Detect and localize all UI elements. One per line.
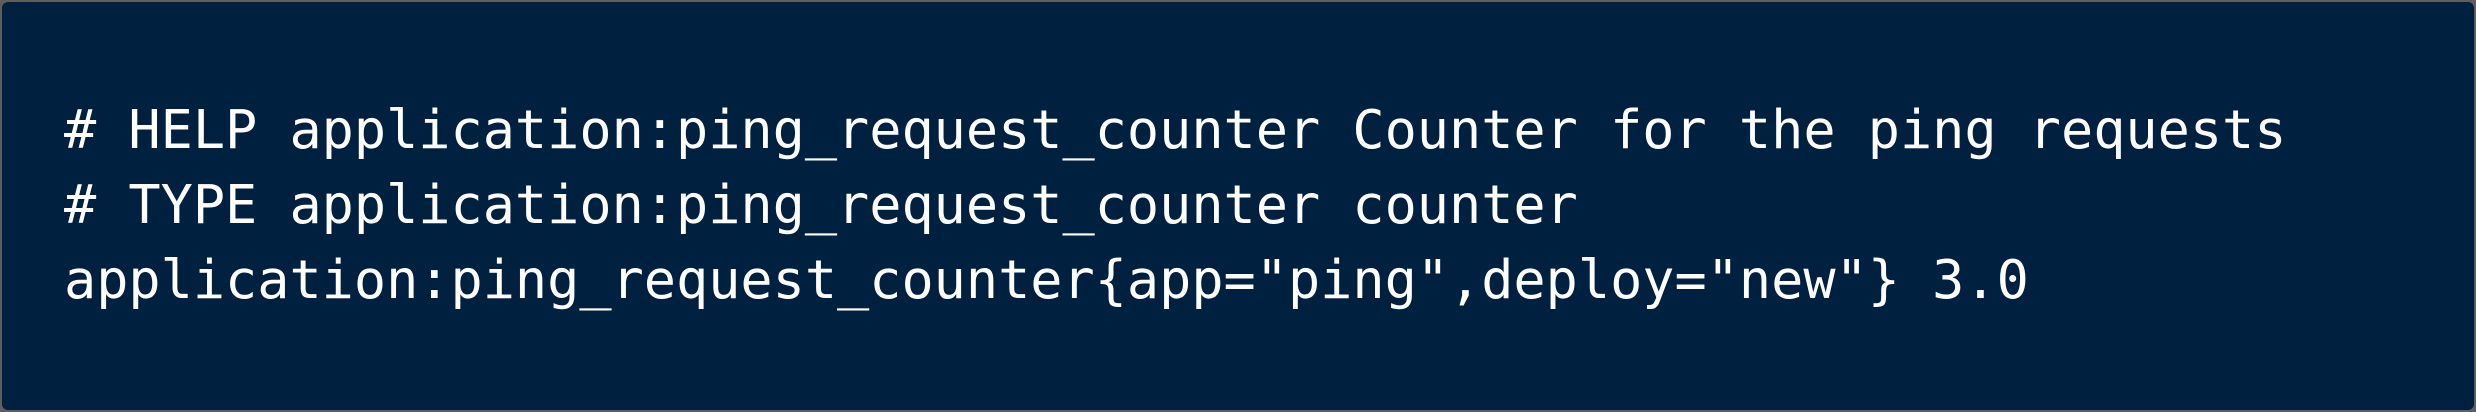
code-line-help: # HELP application:ping_request_counter … xyxy=(64,98,2287,161)
code-line-metric: application:ping_request_counter{app="pi… xyxy=(64,248,2029,311)
code-line-type: # TYPE application:ping_request_counter … xyxy=(64,173,1578,236)
code-block: # HELP application:ping_request_counter … xyxy=(2,2,2474,410)
